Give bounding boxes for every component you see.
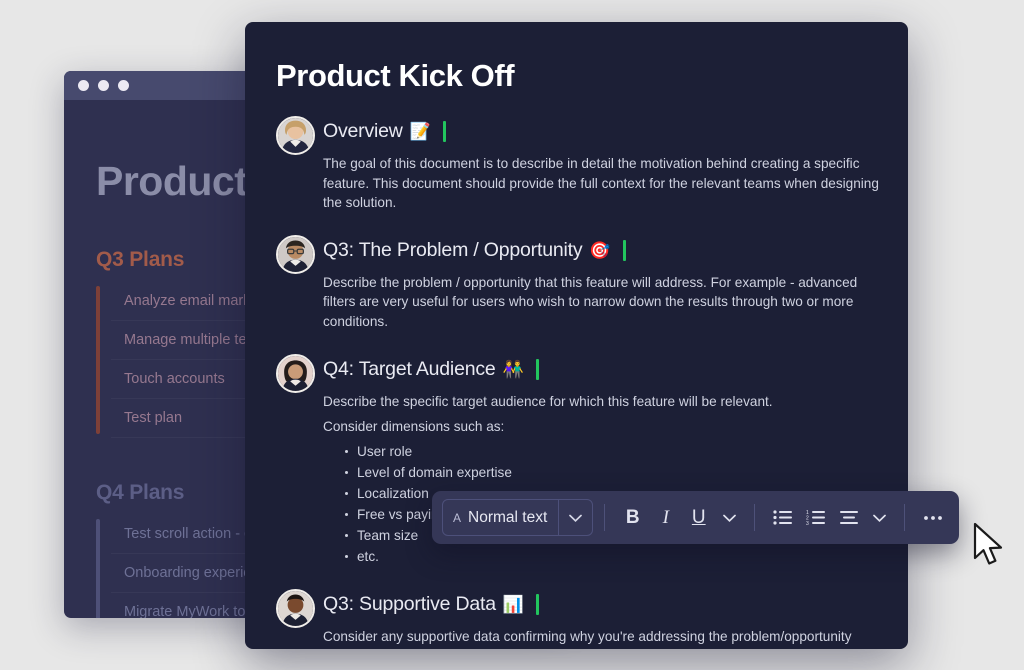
text-caret bbox=[536, 593, 540, 615]
align-options-chevron[interactable] bbox=[865, 501, 893, 534]
two-people-emoji: 👫 bbox=[502, 359, 524, 379]
italic-icon: I bbox=[662, 507, 669, 528]
heading-row[interactable]: Overview 📝 bbox=[323, 120, 908, 143]
toolbar-divider bbox=[754, 504, 756, 531]
mouse-cursor bbox=[973, 522, 1007, 568]
section-paragraph: The goal of this document is to describe… bbox=[323, 156, 879, 211]
text-caret bbox=[622, 239, 626, 261]
avatar-dark-skin-person bbox=[276, 588, 315, 628]
toolbar-divider bbox=[604, 504, 606, 531]
numbered-list-button[interactable]: 1 2 3 bbox=[799, 501, 832, 534]
heading-row[interactable]: Q3: The Problem / Opportunity 🎯 bbox=[323, 239, 908, 262]
toolbar-divider bbox=[904, 504, 906, 531]
align-icon bbox=[839, 511, 858, 524]
section-paragraph: Describe the specific target audience fo… bbox=[323, 393, 773, 409]
window-maximize-dot[interactable] bbox=[118, 80, 129, 91]
chevron-down-icon[interactable] bbox=[558, 500, 592, 535]
document-panel[interactable]: Product Kick Off Overview 📝 The goal of … bbox=[245, 22, 908, 649]
window-close-dot[interactable] bbox=[78, 80, 89, 91]
more-options-button[interactable] bbox=[916, 501, 949, 534]
section-paragraph: Consider any supportive data confirming … bbox=[323, 628, 852, 644]
dart-emoji: 🎯 bbox=[589, 240, 611, 260]
memo-emoji: 📝 bbox=[409, 122, 431, 141]
more-formatting-chevron[interactable] bbox=[715, 501, 743, 534]
bulleted-list-button[interactable] bbox=[766, 501, 799, 534]
text-style-label-wrap: A Normal text bbox=[443, 500, 558, 535]
formatting-toolbar[interactable]: A Normal text B I U 1 2 3 bbox=[432, 491, 960, 544]
doc-block-problem-opportunity: Q3: The Problem / Opportunity 🎯 Describe… bbox=[276, 234, 908, 332]
bar-chart-emoji: 📊 bbox=[502, 594, 525, 614]
align-button[interactable] bbox=[832, 501, 865, 534]
heading-row[interactable]: Q3: Supportive Data 📊 bbox=[323, 593, 908, 616]
screenshot-stage: Product Q3 Plans Analyze email marke Man… bbox=[0, 0, 1024, 670]
list-item: etc. bbox=[345, 546, 908, 567]
section-heading: Q3: Supportive Data bbox=[323, 592, 496, 615]
doc-block-overview: Overview 📝 The goal of this document is … bbox=[276, 116, 908, 213]
section-heading: Q4: Target Audience bbox=[323, 357, 496, 380]
text-caret bbox=[442, 121, 446, 142]
more-options-icon bbox=[923, 515, 942, 520]
numbered-list-icon: 1 2 3 bbox=[806, 510, 825, 525]
avatar-man-glasses bbox=[276, 234, 315, 274]
window-minimize-dot[interactable] bbox=[98, 80, 109, 91]
text-style-a-icon: A bbox=[453, 510, 462, 525]
text-caret bbox=[535, 358, 539, 380]
svg-text:3: 3 bbox=[806, 521, 809, 525]
section-heading: Overview bbox=[323, 120, 403, 142]
bulleted-list-icon bbox=[773, 510, 792, 525]
list-item: Level of domain expertise bbox=[345, 462, 908, 483]
bold-button[interactable]: B bbox=[616, 501, 649, 534]
text-style-dropdown[interactable]: A Normal text bbox=[442, 499, 594, 536]
page-title: Product Kick Off bbox=[276, 58, 515, 93]
underline-icon: U bbox=[691, 507, 706, 528]
section-paragraph: Describe the problem / opportunity that … bbox=[323, 274, 858, 329]
avatar-blonde-woman bbox=[276, 116, 315, 155]
avatar-dark-haired-woman bbox=[276, 353, 315, 393]
bold-icon: B bbox=[625, 507, 640, 528]
section-paragraph-secondary: Consider dimensions such as: bbox=[323, 419, 505, 435]
section-heading: Q3: The Problem / Opportunity bbox=[323, 238, 583, 261]
text-style-value: Normal text bbox=[468, 508, 548, 526]
italic-button[interactable]: I bbox=[649, 501, 682, 534]
doc-block-supportive-data: Q3: Supportive Data 📊 Consider any suppo… bbox=[276, 588, 908, 647]
heading-row[interactable]: Q4: Target Audience 👫 bbox=[323, 358, 908, 381]
list-item: User role bbox=[345, 441, 908, 462]
underline-button[interactable]: U bbox=[682, 501, 715, 534]
